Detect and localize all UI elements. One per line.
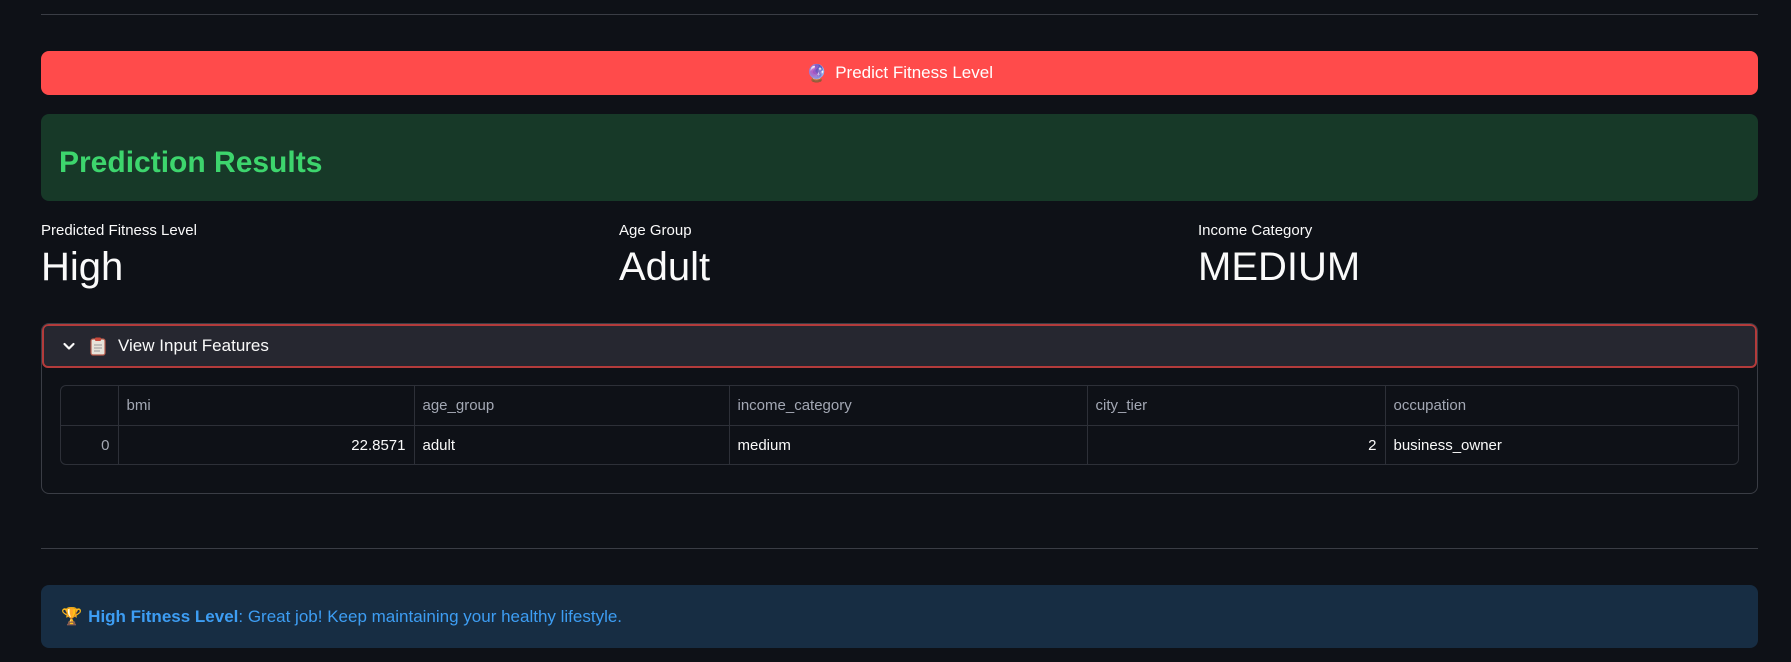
column-header[interactable]: bmi — [118, 386, 415, 426]
trophy-icon: 🏆 — [61, 606, 83, 626]
prediction-results-heading: Prediction Results — [59, 145, 323, 179]
metric-age-group: Age Group Adult — [619, 222, 710, 289]
crystal-ball-icon: 🔮 — [806, 63, 828, 83]
info-message: High Fitness Level: Great job! Keep main… — [88, 607, 622, 627]
chevron-down-icon — [60, 337, 78, 355]
column-header-index — [61, 386, 119, 426]
table-row: 0 22.8571 adult medium 2 business_owner — [61, 425, 1738, 465]
fitness-info-alert: 🏆 High Fitness Level: Great job! Keep ma… — [41, 585, 1758, 648]
column-header[interactable]: income_category — [729, 386, 1088, 426]
expander-header[interactable]: View Input Features — [42, 324, 1757, 368]
metric-label: Predicted Fitness Level — [41, 222, 197, 239]
divider-top — [41, 14, 1758, 15]
table-cell[interactable]: business_owner — [1385, 426, 1738, 465]
divider-middle — [41, 548, 1758, 549]
column-header[interactable]: occupation — [1385, 386, 1738, 426]
predict-fitness-button[interactable]: 🔮 Predict Fitness Level — [41, 51, 1758, 95]
info-bold-text: High Fitness Level — [88, 606, 239, 626]
column-header[interactable]: age_group — [414, 386, 730, 426]
table-cell[interactable]: 2 — [1087, 425, 1386, 464]
prediction-results-banner: Prediction Results — [41, 114, 1758, 201]
column-header[interactable]: city_tier — [1087, 386, 1386, 426]
metric-value: Adult — [619, 245, 711, 289]
metric-income-category: Income Category MEDIUM — [1198, 222, 1360, 289]
table-cell[interactable]: adult — [414, 425, 730, 464]
metric-value: MEDIUM — [1198, 245, 1361, 289]
expander-title: View Input Features — [118, 336, 269, 355]
dataframe: bmi age_group income_category city_tier … — [61, 386, 1738, 465]
table-cell[interactable]: medium — [729, 425, 1088, 464]
predict-button-label: Predict Fitness Level — [835, 63, 993, 82]
table-cell-index: 0 — [61, 425, 119, 464]
input-features-expander: View Input Features bmi age_group income… — [41, 323, 1758, 494]
table-header-row: bmi age_group income_category city_tier … — [61, 386, 1738, 426]
metric-label: Income Category — [1198, 222, 1313, 239]
metric-predicted-fitness: Predicted Fitness Level High — [41, 222, 197, 289]
input-features-table[interactable]: bmi age_group income_category city_tier … — [60, 385, 1739, 465]
metric-value: High — [41, 245, 124, 289]
info-text: : Great job! Keep maintaining your healt… — [238, 606, 623, 626]
metric-label: Age Group — [619, 222, 692, 239]
app-page: 🔮 Predict Fitness Level Prediction Resul… — [0, 0, 1791, 662]
table-cell[interactable]: 22.8571 — [118, 425, 415, 464]
clipboard-icon — [90, 337, 106, 356]
